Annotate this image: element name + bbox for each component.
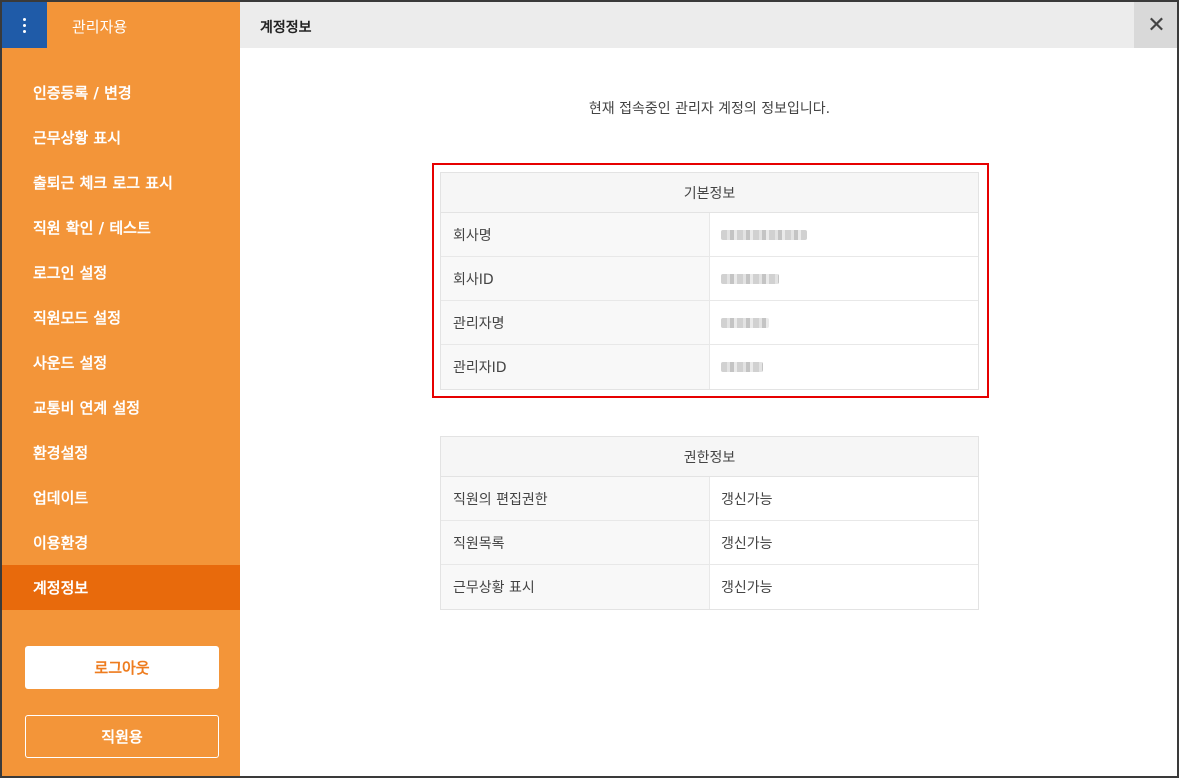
close-icon[interactable]: ✕ <box>1134 2 1177 48</box>
row-key: 회사ID <box>441 257 710 300</box>
row-key: 근무상황 표시 <box>441 565 710 609</box>
table-row: 관리자명 <box>441 301 978 345</box>
sidebar-item-auth-register[interactable]: 인증등록 / 변경 <box>2 70 240 115</box>
permissions-title: 권한정보 <box>441 437 978 477</box>
basic-info-title: 기본정보 <box>441 173 978 213</box>
table-row: 근무상황 표시 갱신가능 <box>441 565 978 609</box>
sidebar: 관리자용 인증등록 / 변경 근무상황 표시 출퇴근 체크 로그 표시 직원 확… <box>2 2 240 776</box>
row-value <box>710 213 978 256</box>
sidebar-item-account-info[interactable]: 계정정보 <box>2 565 240 610</box>
sidebar-item-login-settings[interactable]: 로그인 설정 <box>2 250 240 295</box>
more-vertical-icon[interactable] <box>2 2 47 48</box>
sidebar-item-staff-mode-settings[interactable]: 직원모드 설정 <box>2 295 240 340</box>
basic-info-table: 기본정보 회사명 회사ID 관리자명 관리자ID <box>440 172 979 390</box>
app-window: 관리자용 인증등록 / 변경 근무상황 표시 출퇴근 체크 로그 표시 직원 확… <box>0 0 1179 778</box>
redacted-value <box>721 229 807 240</box>
sidebar-item-transport-settings[interactable]: 교통비 연계 설정 <box>2 385 240 430</box>
table-row: 회사ID <box>441 257 978 301</box>
sidebar-header: 관리자용 <box>2 2 240 49</box>
sidebar-item-usage-environment[interactable]: 이용환경 <box>2 520 240 565</box>
row-value: 갱신가능 <box>721 580 773 596</box>
sidebar-item-sound-settings[interactable]: 사운드 설정 <box>2 340 240 385</box>
table-row: 관리자ID <box>441 345 978 389</box>
intro-text: 현재 접속중인 관리자 계정의 정보입니다. <box>588 101 831 117</box>
row-value: 갱신가능 <box>721 491 773 508</box>
row-value <box>710 257 978 300</box>
sidebar-nav: 인증등록 / 변경 근무상황 표시 출퇴근 체크 로그 표시 직원 확인 / 테… <box>2 70 240 610</box>
sidebar-item-work-status[interactable]: 근무상황 표시 <box>2 115 240 160</box>
table-row: 직원의 편집권한 갱신가능 <box>441 477 978 521</box>
sidebar-item-update[interactable]: 업데이트 <box>2 475 240 520</box>
sidebar-item-attendance-log[interactable]: 출퇴근 체크 로그 표시 <box>2 160 240 205</box>
table-row: 회사명 <box>441 213 978 257</box>
redacted-value <box>721 273 779 284</box>
sidebar-item-staff-check[interactable]: 직원 확인 / 테스트 <box>2 205 240 250</box>
sidebar-item-preferences[interactable]: 환경설정 <box>2 430 240 475</box>
page-title: 계정정보 <box>260 20 312 36</box>
app-title: 관리자용 <box>72 18 128 36</box>
row-key: 직원의 편집권한 <box>441 477 710 520</box>
redacted-value <box>721 317 769 328</box>
table-row: 직원목록 갱신가능 <box>441 521 978 565</box>
topbar: 계정정보 ✕ <box>240 2 1177 48</box>
row-key: 직원목록 <box>441 521 710 564</box>
permissions-table: 권한정보 직원의 편집권한 갱신가능 직원목록 갱신가능 근무상황 표시 갱신가… <box>440 436 979 610</box>
row-value <box>710 301 978 344</box>
row-key: 회사명 <box>441 213 710 256</box>
redacted-value <box>721 362 763 372</box>
row-key: 관리자명 <box>441 301 710 344</box>
staff-mode-button[interactable]: 직원용 <box>25 715 219 758</box>
row-value: 갱신가능 <box>721 535 773 552</box>
logout-button[interactable]: 로그아웃 <box>25 646 219 689</box>
row-key: 관리자ID <box>441 345 710 389</box>
row-value <box>710 345 978 389</box>
